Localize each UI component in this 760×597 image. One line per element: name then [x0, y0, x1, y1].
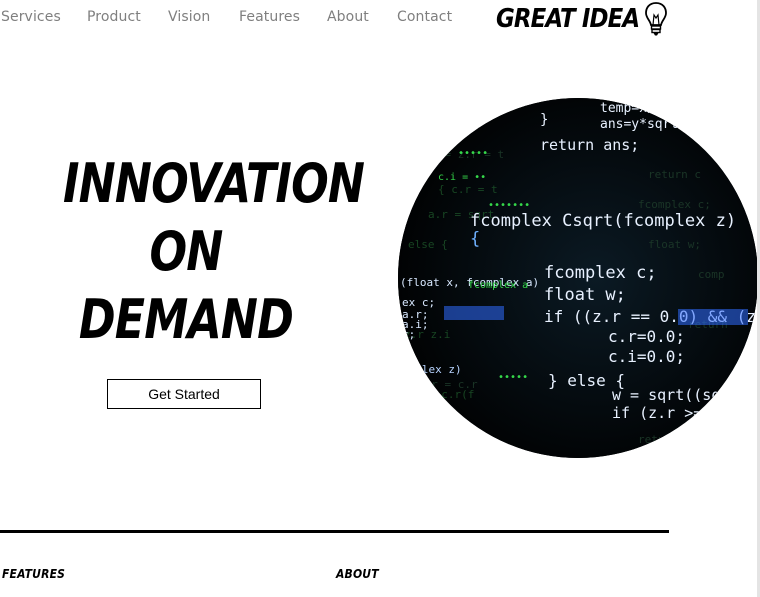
- code-line-20: omplex z): [402, 363, 462, 376]
- site-logo[interactable]: GREAT IDEA: [496, 0, 667, 38]
- nav-item-vision[interactable]: Vision: [168, 9, 210, 25]
- svg-text:{ c.r = t: { c.r = t: [438, 183, 498, 196]
- page: Services Product Vision Features About C…: [0, 0, 760, 597]
- code-line-19: c;: [402, 328, 415, 341]
- svg-text:float: float: [428, 418, 461, 431]
- svg-text:float w;: float w;: [648, 238, 701, 251]
- nav-item-services[interactable]: Services: [1, 9, 61, 25]
- svg-text:return c: return c: [648, 168, 701, 181]
- footer-heading-about: ABOUT: [336, 567, 379, 581]
- footer-heading-features: FEATURES: [2, 567, 66, 581]
- code-line-6: {: [470, 229, 480, 249]
- code-line-1: temp=x/y;: [600, 101, 670, 116]
- svg-text:a.c.r(f: a.c.r(f: [428, 388, 474, 401]
- hero-title-line-3: DEMAND: [78, 288, 294, 351]
- nav-item-product[interactable]: Product: [87, 9, 141, 25]
- nav-item-contact[interactable]: Contact: [397, 9, 452, 25]
- get-started-button[interactable]: Get Started: [107, 379, 261, 409]
- code-line-10: c.r=0.0;: [608, 327, 685, 346]
- code-line-11: c.i=0.0;: [608, 347, 685, 366]
- hero-title-line-1: INNOVATION: [63, 152, 365, 215]
- section-divider: [0, 530, 669, 533]
- hero-code-image: a.r = z.r = t return c fcomplex c; float…: [398, 98, 758, 458]
- hero-title-line-2: ON: [149, 220, 223, 283]
- code-line-3: }: [540, 112, 548, 128]
- svg-text:•••••: •••••: [458, 148, 488, 159]
- svg-text:comp: comp: [698, 268, 725, 281]
- code-image-svg: a.r = z.r = t return c fcomplex c; float…: [398, 98, 758, 458]
- svg-text:•••••••: •••••••: [488, 200, 530, 211]
- code-line-7: fcomplex c;: [544, 263, 657, 283]
- nav-item-features[interactable]: Features: [239, 9, 300, 25]
- svg-text:return c: return c: [638, 433, 691, 446]
- code-line-13: w = sqrt((sqrt(z.r: [612, 386, 758, 404]
- hero-title: INNOVATION ON DEMAND: [36, 150, 365, 354]
- logo-text: GREAT IDEA: [496, 4, 640, 34]
- nav-item-about[interactable]: About: [327, 9, 369, 25]
- svg-text:else {: else {: [408, 238, 448, 251]
- svg-text:c.i = ••: c.i = ••: [438, 172, 486, 183]
- svg-text:•••••: •••••: [498, 372, 528, 383]
- code-line-14: if (z.r >= 0.0){: [612, 404, 757, 422]
- lightbulb-icon: [644, 1, 668, 41]
- code-line-8: float w;: [544, 285, 626, 305]
- code-line-4: return ans;: [540, 136, 639, 154]
- svg-text:fcomplex a: fcomplex a: [468, 280, 528, 291]
- code-line-2: ans=y*sqrt(1.0+temp*temp);: [600, 117, 758, 132]
- code-line-5: fcomplex Csqrt(fcomplex z): [470, 211, 736, 231]
- svg-text:fcomplex c;: fcomplex c;: [638, 198, 711, 211]
